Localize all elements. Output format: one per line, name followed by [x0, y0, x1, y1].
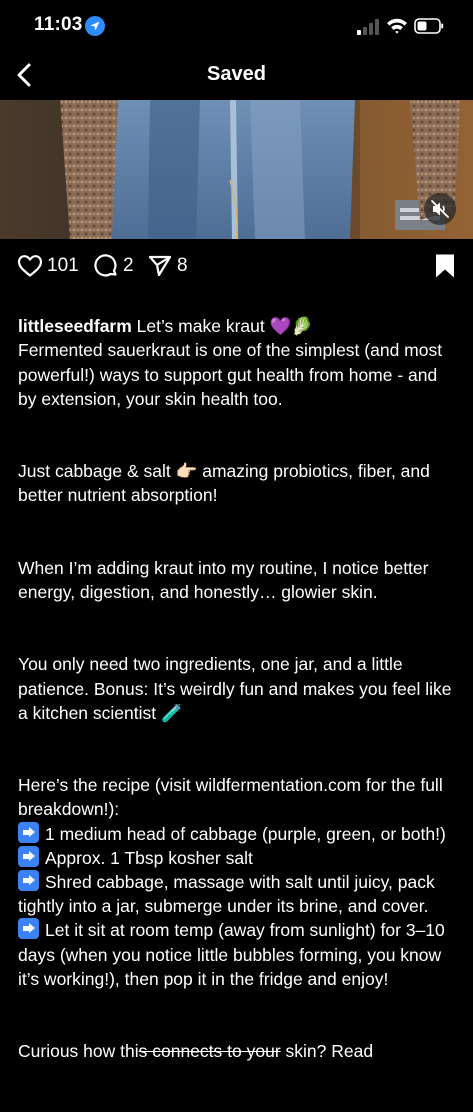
caption-paragraph: You only need two ingredients, one jar, …	[18, 654, 452, 723]
speaker-muted-icon	[431, 200, 449, 218]
arrow-right-icon	[18, 870, 39, 892]
mute-button[interactable]	[424, 193, 456, 225]
recipe-step: Approx. 1 Tbsp kosher salt	[18, 845, 458, 870]
recipe-step: 1 medium head of cabbage (purple, green,…	[18, 821, 458, 846]
caption-first-line: Let’s make kraut 💜🥬	[131, 316, 314, 337]
status-bar: 11:03	[0, 0, 473, 52]
comment-action[interactable]: 2	[93, 248, 134, 284]
caption-text: skin? Read	[280, 1041, 374, 1062]
caption-paragraph: Fermented sauerkraut is one of the simpl…	[18, 340, 443, 409]
like-count: 101	[47, 255, 79, 276]
nav-bar: Saved	[0, 52, 473, 100]
wifi-icon	[387, 18, 407, 34]
comment-icon	[94, 254, 117, 277]
post-caption: littleseedfarm Let’s make kraut 💜🥬 Fermen…	[18, 290, 458, 1112]
recipe-intro: Here’s the recipe (visit wildfermentatio…	[18, 775, 443, 820]
like-action[interactable]: 101	[17, 248, 79, 284]
recipe-step-text: Shred cabbage, massage with salt until j…	[18, 872, 435, 917]
bookmark-icon[interactable]	[433, 253, 457, 279]
recipe-step: Let it sit at room temp (away from sunli…	[18, 918, 458, 991]
caption-username[interactable]: littleseedfarm	[18, 316, 132, 336]
caption-last-line: Curious how this connects to your skin? …	[18, 1039, 458, 1063]
recipe-section: Here’s the recipe (visit wildfermentatio…	[18, 773, 458, 991]
comment-count: 2	[123, 255, 134, 276]
battery-icon	[414, 18, 444, 34]
caption-paragraph: When I’m adding kraut into my routine, I…	[18, 557, 429, 603]
page-title: Saved	[207, 63, 266, 85]
video-frame	[0, 100, 473, 239]
heart-icon	[17, 255, 43, 277]
recipe-step-text: 1 medium head of cabbage (purple, green,…	[45, 823, 446, 844]
signal-icon	[357, 19, 379, 35]
action-row: 101 2 8	[0, 248, 473, 284]
location-arrow-icon	[85, 16, 105, 36]
post-video[interactable]	[0, 100, 473, 239]
caption-paragraph: Just cabbage & salt 👉🏻 amazing probiotic…	[18, 461, 430, 506]
share-action[interactable]: 8	[147, 248, 188, 284]
send-icon	[148, 255, 172, 277]
arrow-right-icon	[18, 918, 39, 940]
caption-text: Curious how thi	[18, 1041, 139, 1062]
share-count: 8	[177, 255, 188, 276]
arrow-right-icon	[18, 821, 39, 843]
status-time: 11:03	[34, 14, 83, 35]
recipe-step-text: Let it sit at room temp (away from sunli…	[18, 920, 445, 989]
recipe-step: Shred cabbage, massage with salt until j…	[18, 870, 458, 918]
arrow-right-icon	[18, 845, 39, 867]
recipe-step-text: Approx. 1 Tbsp kosher salt	[45, 847, 253, 868]
caption-strikethrough-text: s connects to your	[138, 1041, 281, 1062]
